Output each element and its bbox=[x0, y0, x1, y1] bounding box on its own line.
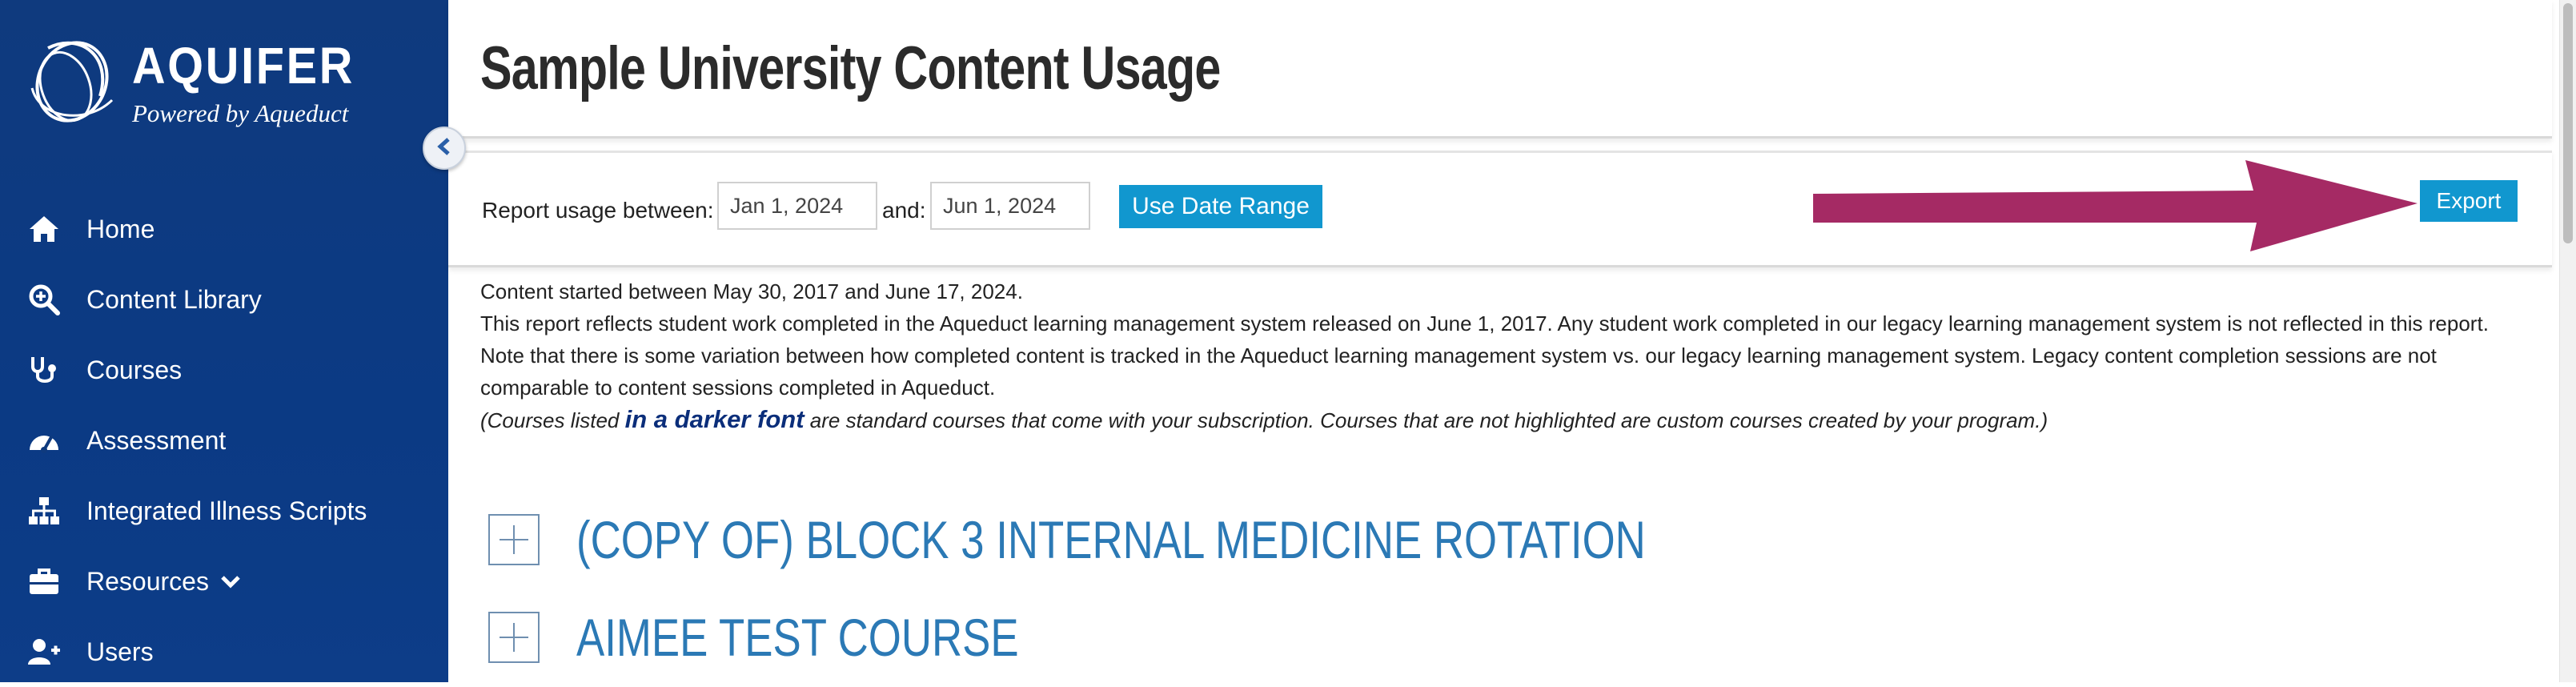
user-plus-icon bbox=[27, 635, 61, 669]
sidebar-item-courses[interactable]: Courses bbox=[0, 335, 448, 405]
course-title[interactable]: (COPY OF) BLOCK 3 INTERNAL MEDICINE ROTA… bbox=[576, 509, 1646, 570]
search-plus-icon bbox=[27, 283, 61, 316]
sidebar-item-label: Assessment bbox=[86, 425, 227, 455]
end-date-input[interactable] bbox=[930, 182, 1090, 230]
sidebar-item-label: Users bbox=[86, 637, 154, 666]
report-info: Content started between May 30, 2017 and… bbox=[480, 275, 2546, 436]
course-font-note: (Courses listed in a darker font are sta… bbox=[480, 404, 2546, 436]
sidebar-item-label: Home bbox=[86, 214, 155, 243]
expand-plus-icon[interactable] bbox=[488, 612, 540, 663]
brand-tagline: Powered by Aqueduct bbox=[132, 99, 349, 127]
sidebar-item-label: Integrated Illness Scripts bbox=[86, 496, 367, 525]
stethoscope-icon bbox=[27, 353, 61, 387]
info-date-range: Content started between May 30, 2017 and… bbox=[480, 279, 1023, 303]
sidebar: AQUIFER Powered by Aqueduct Home Content… bbox=[0, 0, 448, 682]
note-dark-font: in a darker font bbox=[624, 405, 804, 433]
sidebar-item-home[interactable]: Home bbox=[0, 194, 448, 264]
sitemap-icon bbox=[27, 494, 61, 528]
page-title: Sample University Content Usage bbox=[480, 34, 1221, 102]
sidebar-nav: Home Content Library Courses Assessment … bbox=[0, 194, 448, 687]
arrow-annotation-icon bbox=[1813, 155, 2418, 260]
and-label: and: bbox=[882, 198, 926, 223]
use-date-range-button[interactable]: Use Date Range bbox=[1119, 185, 1322, 228]
report-usage-label: Report usage between: bbox=[482, 198, 714, 223]
aquifer-logo[interactable] bbox=[24, 24, 128, 128]
course-row[interactable]: (COPY OF) BLOCK 3 INTERNAL MEDICINE ROTA… bbox=[488, 508, 1913, 572]
sidebar-item-assessment[interactable]: Assessment bbox=[0, 405, 448, 476]
main-content: Sample University Content Usage Report u… bbox=[448, 0, 2560, 682]
info-variation-note: Note that there is some variation betwee… bbox=[480, 344, 2437, 400]
course-title[interactable]: AIMEE TEST COURSE bbox=[576, 607, 1019, 668]
gauge-icon bbox=[27, 424, 61, 457]
sidebar-item-label: Content Library bbox=[86, 284, 262, 314]
sidebar-item-integrated-illness-scripts[interactable]: Integrated Illness Scripts bbox=[0, 476, 448, 546]
sidebar-item-label: Resources bbox=[86, 566, 209, 596]
home-icon bbox=[27, 212, 61, 246]
info-lms-note: This report reflects student work comple… bbox=[480, 311, 2489, 335]
sidebar-item-content-library[interactable]: Content Library bbox=[0, 264, 448, 335]
scrollbar[interactable] bbox=[2559, 0, 2576, 682]
title-bar: Sample University Content Usage bbox=[448, 0, 2552, 139]
brand-name: AQUIFER bbox=[132, 37, 355, 94]
sidebar-item-resources[interactable]: Resources bbox=[0, 546, 448, 617]
chevron-down-icon bbox=[220, 574, 241, 589]
note-prefix: (Courses listed bbox=[480, 408, 625, 432]
scrollbar-thumb[interactable] bbox=[2563, 3, 2573, 243]
course-row[interactable]: AIMEE TEST COURSE bbox=[488, 605, 1130, 669]
sidebar-item-label: Courses bbox=[86, 355, 183, 384]
sidebar-collapse-button[interactable] bbox=[423, 127, 466, 170]
chevron-left-icon bbox=[436, 137, 452, 160]
expand-plus-icon[interactable] bbox=[488, 514, 540, 565]
export-button[interactable]: Export bbox=[2420, 180, 2518, 222]
start-date-input[interactable] bbox=[717, 182, 877, 230]
briefcase-icon bbox=[27, 564, 61, 598]
note-suffix: are standard courses that come with your… bbox=[804, 408, 2048, 432]
sidebar-item-users[interactable]: Users bbox=[0, 617, 448, 687]
